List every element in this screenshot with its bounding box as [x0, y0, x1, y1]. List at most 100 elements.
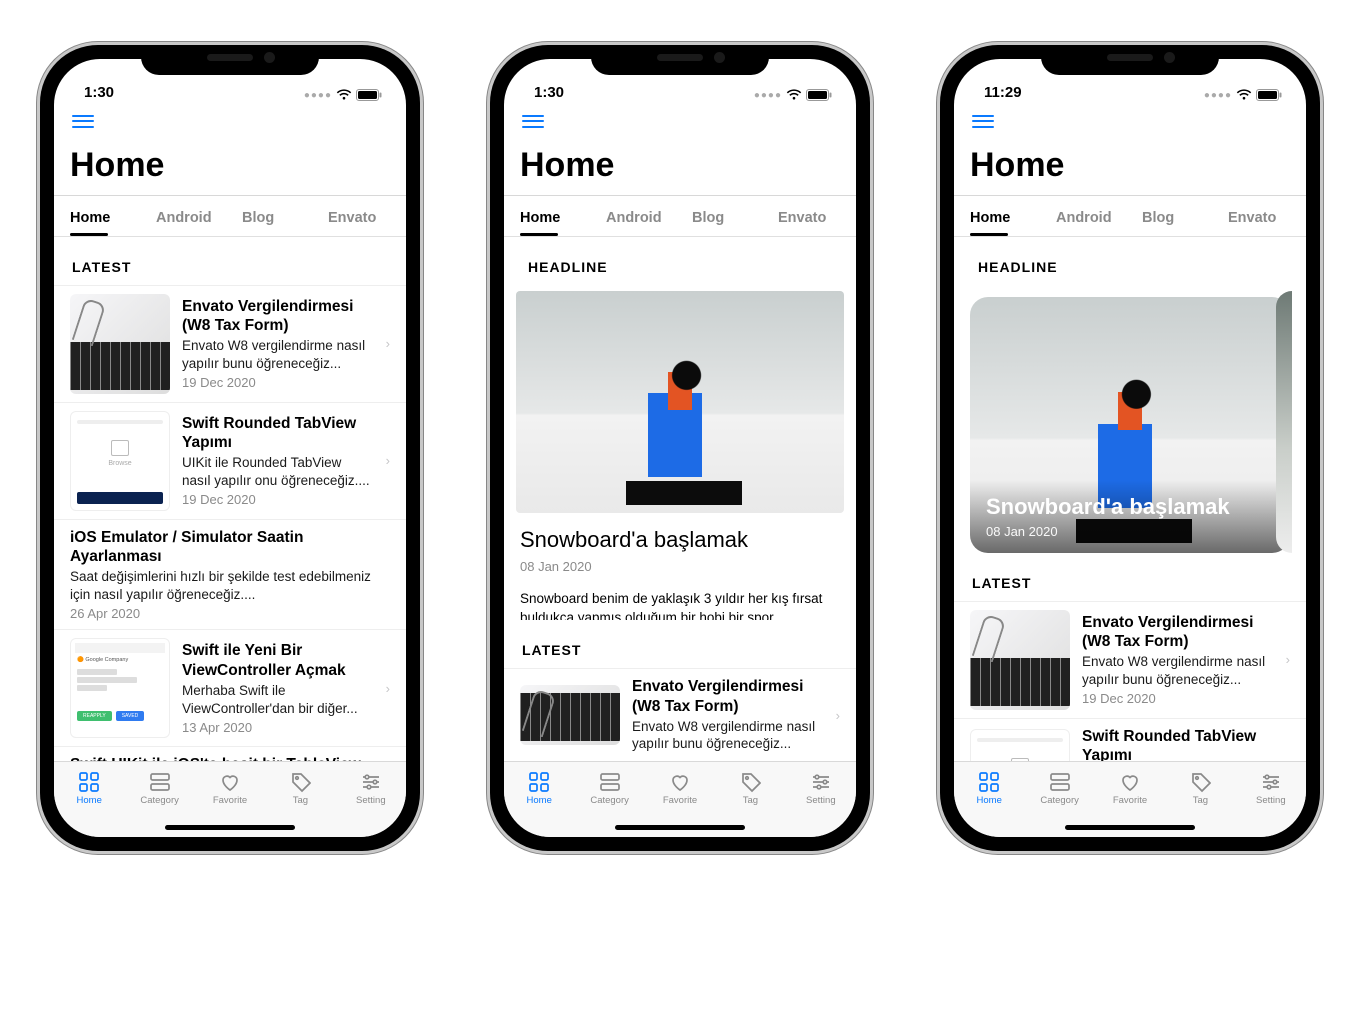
- battery-icon: [356, 89, 382, 101]
- home-indicator[interactable]: [165, 825, 295, 830]
- tabbar-tag[interactable]: Tag: [715, 762, 785, 815]
- article-date: 26 Apr 2020: [70, 606, 390, 621]
- list-item[interactable]: Envato Vergilendirmesi (W8 Tax Form) Env…: [504, 668, 856, 761]
- list-item[interactable]: Envato Vergilendirmesi (W8 Tax Form) Env…: [54, 285, 406, 403]
- top-tabs: Home Android Blog Envato: [70, 196, 390, 236]
- list-item[interactable]: Browse Swift Rounded TabView Yapımı UIKi…: [954, 719, 1306, 761]
- tabbar-category[interactable]: Category: [1024, 762, 1094, 815]
- article-date: 19 Dec 2020: [1082, 691, 1270, 706]
- tabbar-home[interactable]: Home: [504, 762, 574, 815]
- rows-icon: [148, 771, 172, 793]
- tabbar-home[interactable]: Home: [54, 762, 124, 815]
- menu-icon[interactable]: [72, 111, 94, 132]
- screen: 11:29 ●●●● Home Home Android Blog Envato…: [954, 59, 1306, 837]
- headline-card[interactable]: Snowboard'a başlamak 08 Jan 2020: [970, 297, 1290, 553]
- tabbar-category[interactable]: Category: [574, 762, 644, 815]
- tab-blog[interactable]: Blog: [242, 210, 304, 226]
- menu-icon[interactable]: [972, 111, 994, 132]
- top-tabs: Home Android Blog Envato: [520, 196, 840, 236]
- article-excerpt: Merhaba Swift ile ViewController'dan bir…: [182, 682, 370, 717]
- battery-icon: [806, 89, 832, 101]
- list-item[interactable]: Browse Swift Rounded TabView Yapımı UIKi…: [54, 403, 406, 520]
- tabbar-setting[interactable]: Setting: [786, 762, 856, 815]
- phone-mockup-3: 11:29 ●●●● Home Home Android Blog Envato…: [940, 45, 1320, 851]
- list-item[interactable]: iOS Emulator / Simulator Saatin Ayarlanm…: [54, 520, 406, 631]
- top-tabs: Home Android Blog Envato: [970, 196, 1290, 236]
- tab-blog[interactable]: Blog: [1142, 210, 1204, 226]
- article-title: Envato Vergilendirmesi (W8 Tax Form): [182, 297, 370, 336]
- list-item[interactable]: Envato Vergilendirmesi (W8 Tax Form) Env…: [954, 601, 1306, 719]
- article-excerpt: Envato W8 vergilendirme nasıl yapılır bu…: [632, 718, 820, 753]
- tabbar-favorite[interactable]: Favorite: [1095, 762, 1165, 815]
- article-excerpt: Envato W8 vergilendirme nasıl yapılır bu…: [182, 337, 370, 372]
- tab-envato[interactable]: Envato: [1228, 210, 1290, 226]
- device-notch: [141, 45, 319, 75]
- grid-icon: [977, 771, 1001, 793]
- article-title: Swift Rounded TabView Yapımı: [1082, 727, 1270, 761]
- section-latest: LATEST: [72, 259, 388, 275]
- screen: 1:30 ●●●● Home Home Android Blog Envato …: [504, 59, 856, 837]
- tabbar-setting[interactable]: Setting: [1236, 762, 1306, 815]
- article-thumbnail: [520, 685, 620, 745]
- grid-icon: [77, 771, 101, 793]
- tab-envato[interactable]: Envato: [778, 210, 840, 226]
- tabbar-category[interactable]: Category: [124, 762, 194, 815]
- section-headline: HEADLINE: [978, 259, 1288, 275]
- tabbar-favorite[interactable]: Favorite: [645, 762, 715, 815]
- battery-icon: [1256, 89, 1282, 101]
- article-list: Envato Vergilendirmesi (W8 Tax Form) Env…: [54, 285, 406, 761]
- tab-home[interactable]: Home: [520, 210, 582, 226]
- phone-mockup-1: 1:30 ●●●● Home Home Android Blog Envato: [40, 45, 420, 851]
- article-title: Envato Vergilendirmesi (W8 Tax Form): [1082, 613, 1270, 652]
- wifi-icon: [786, 89, 802, 101]
- rows-icon: [598, 771, 622, 793]
- heart-icon: [668, 771, 692, 793]
- tabbar-home[interactable]: Home: [954, 762, 1024, 815]
- tab-home[interactable]: Home: [970, 210, 1032, 226]
- article-date: 19 Dec 2020: [182, 375, 370, 390]
- heart-icon: [218, 771, 242, 793]
- tab-home[interactable]: Home: [70, 210, 132, 226]
- article-thumbnail: [970, 610, 1070, 710]
- chevron-right-icon: ›: [1286, 652, 1290, 667]
- article-excerpt: Envato W8 vergilendirme nasıl yapılır bu…: [1082, 653, 1270, 688]
- chevron-right-icon: ›: [836, 708, 840, 723]
- article-thumbnail: [70, 294, 170, 394]
- home-indicator[interactable]: [615, 825, 745, 830]
- article-thumbnail: Browse: [70, 411, 170, 511]
- tab-android[interactable]: Android: [606, 210, 668, 226]
- headline-date: 08 Jan 2020: [520, 559, 840, 574]
- wifi-icon: [336, 89, 352, 101]
- device-notch: [591, 45, 769, 75]
- phone-mockup-2: 1:30 ●●●● Home Home Android Blog Envato …: [490, 45, 870, 851]
- tab-blog[interactable]: Blog: [692, 210, 754, 226]
- signal-icon: ●●●●: [1204, 90, 1232, 101]
- tab-android[interactable]: Android: [1056, 210, 1118, 226]
- menu-icon[interactable]: [522, 111, 544, 132]
- tabbar-favorite[interactable]: Favorite: [195, 762, 265, 815]
- chevron-right-icon: ›: [386, 453, 390, 468]
- signal-icon: ●●●●: [304, 90, 332, 101]
- article-thumbnail: 🟠 Google Company REAPPLYSAVED: [70, 638, 170, 738]
- tab-envato[interactable]: Envato: [328, 210, 390, 226]
- article-date: 13 Apr 2020: [182, 720, 370, 735]
- headline-image[interactable]: [516, 291, 844, 514]
- list-item[interactable]: Swift UIKit ile iOS'ta basit bir TableVi…: [54, 747, 406, 761]
- article-thumbnail: Browse: [970, 729, 1070, 761]
- tab-android[interactable]: Android: [156, 210, 218, 226]
- section-latest: LATEST: [522, 642, 838, 658]
- tabbar-setting[interactable]: Setting: [336, 762, 406, 815]
- page-title: Home: [970, 146, 1290, 185]
- sliders-icon: [1259, 771, 1283, 793]
- headline-card-next[interactable]: [1276, 291, 1292, 553]
- article-title: Swift Rounded TabView Yapımı: [182, 414, 370, 453]
- status-time: 1:30: [84, 84, 114, 101]
- signal-icon: ●●●●: [754, 90, 782, 101]
- tabbar-tag[interactable]: Tag: [265, 762, 335, 815]
- list-item[interactable]: 🟠 Google Company REAPPLYSAVED Swift ile …: [54, 630, 406, 747]
- home-indicator[interactable]: [1065, 825, 1195, 830]
- status-time: 11:29: [984, 84, 1022, 101]
- headline-title: Snowboard'a başlamak: [986, 494, 1274, 520]
- tabbar-tag[interactable]: Tag: [1165, 762, 1235, 815]
- section-latest: LATEST: [972, 575, 1288, 591]
